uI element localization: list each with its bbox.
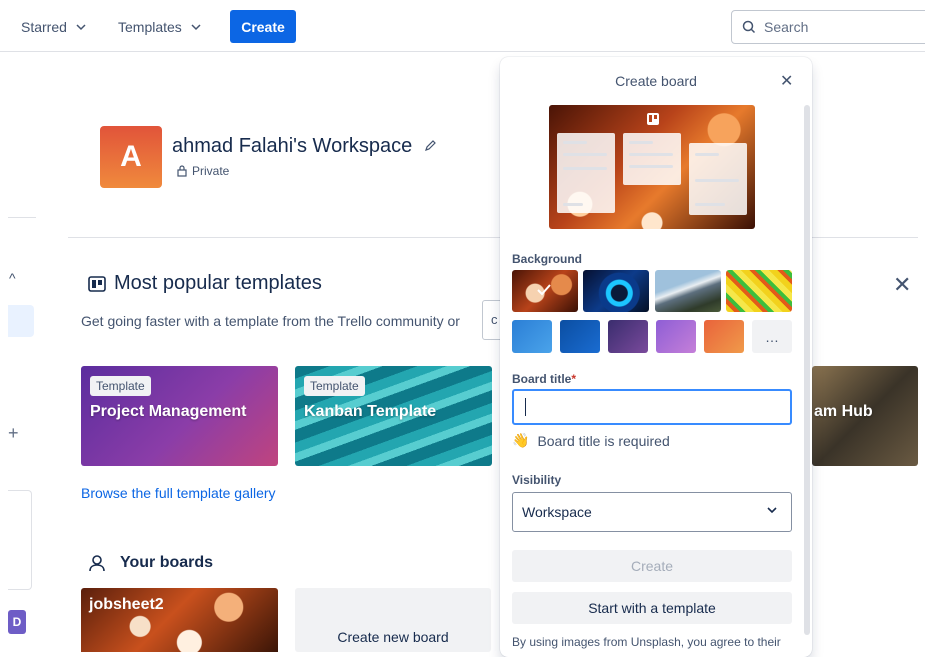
template-card[interactable]: am Hub <box>812 366 918 466</box>
lock-icon <box>177 165 187 177</box>
template-title: Project Management <box>90 403 247 420</box>
preview-list <box>623 133 681 185</box>
wave-icon: 👋 <box>512 432 530 448</box>
template-card[interactable]: Template Project Management <box>81 366 278 466</box>
templates-title: Most popular templates <box>114 272 322 294</box>
create-board-popover: Create board ✕ Background … Board title*… <box>500 57 812 657</box>
workspace-board-icon[interactable]: D <box>8 610 26 634</box>
create-new-board-label: Create new board <box>337 629 449 645</box>
chevron-down-icon <box>76 24 86 31</box>
background-photo-option[interactable] <box>655 270 721 312</box>
category-select[interactable]: c <box>482 300 502 340</box>
start-with-template-button[interactable]: Start with a template <box>512 592 792 624</box>
pencil-icon[interactable] <box>424 138 438 152</box>
text-caret <box>525 398 526 416</box>
close-icon[interactable]: ✕ <box>893 272 911 298</box>
visibility-select[interactable]: Workspace <box>512 492 792 532</box>
unsplash-legal-text: By using images from Unsplash, you agree… <box>512 635 781 649</box>
background-color-option[interactable] <box>656 320 696 353</box>
starred-label: Starred <box>21 19 67 35</box>
template-badge: Template <box>304 376 365 396</box>
visibility-value: Workspace <box>522 504 592 520</box>
more-backgrounds-button[interactable]: … <box>752 320 792 353</box>
validation-text: Board title is required <box>537 432 670 449</box>
board-preview <box>549 105 755 229</box>
background-color-option[interactable] <box>704 320 744 353</box>
background-photo-option[interactable] <box>726 270 792 312</box>
template-card[interactable]: Template Kanban Template <box>295 366 492 466</box>
popover-scrollbar[interactable] <box>804 105 810 635</box>
background-label: Background <box>512 252 583 266</box>
board-tile[interactable]: jobsheet2 <box>81 588 278 652</box>
required-marker: * <box>571 372 577 386</box>
starred-menu[interactable]: Starred <box>21 14 87 40</box>
templates-description: Get going faster with a template from th… <box>81 313 460 329</box>
preview-list <box>557 133 615 213</box>
background-color-option[interactable] <box>512 320 552 353</box>
search-placeholder: Search <box>764 19 809 35</box>
board-title-label: Board title* <box>512 372 576 386</box>
background-color-option[interactable] <box>608 320 648 353</box>
template-board-icon <box>88 275 106 292</box>
background-photo-option[interactable] <box>583 270 649 312</box>
workspace-avatar: A <box>100 126 162 188</box>
chevron-up-icon[interactable]: ^ <box>9 270 16 286</box>
template-title: Kanban Template <box>304 403 437 420</box>
plus-icon[interactable]: + <box>8 423 19 444</box>
privacy-label: Private <box>192 164 230 178</box>
create-button[interactable]: Create <box>230 10 296 43</box>
create-new-board-tile[interactable]: Create new board <box>295 588 491 652</box>
trello-icon <box>647 113 659 125</box>
preview-list <box>689 143 747 215</box>
template-title: am Hub <box>814 403 873 420</box>
your-boards-label: Your boards <box>120 554 214 571</box>
templates-section-title: Most popular templates <box>88 272 322 295</box>
templates-menu[interactable]: Templates <box>118 14 202 40</box>
chevron-down-icon <box>767 507 777 514</box>
search-icon <box>742 20 756 34</box>
workspace-privacy: Private <box>177 164 229 178</box>
your-boards-title: Your boards <box>88 554 213 572</box>
visibility-label: Visibility <box>512 473 562 487</box>
user-icon <box>89 555 105 572</box>
browse-template-gallery-link[interactable]: Browse the full template gallery <box>81 485 276 501</box>
validation-message: 👋 Board title is required <box>512 432 670 449</box>
check-icon <box>537 284 551 296</box>
template-badge: Template <box>90 376 151 396</box>
board-title-label-text: Board title <box>512 372 572 386</box>
sidebar-divider <box>8 217 36 218</box>
background-photo-option[interactable] <box>512 270 578 312</box>
board-name: jobsheet2 <box>89 596 164 613</box>
sidebar-panel <box>8 490 32 590</box>
workspace-title: ahmad Falahi's Workspace <box>172 135 413 157</box>
templates-label: Templates <box>118 19 182 35</box>
board-title-input[interactable] <box>512 389 792 425</box>
popover-title: Create board <box>615 73 697 89</box>
close-icon[interactable]: ✕ <box>780 71 793 91</box>
top-bar: Starred Templates Create Search <box>0 0 925 52</box>
workspace-name: ahmad Falahi's Workspace <box>172 135 438 158</box>
sidebar-selected-item[interactable] <box>8 305 34 337</box>
search-input[interactable]: Search <box>731 10 925 44</box>
chevron-down-icon <box>191 24 201 31</box>
create-board-button[interactable]: Create <box>512 550 792 582</box>
background-color-option[interactable] <box>560 320 600 353</box>
